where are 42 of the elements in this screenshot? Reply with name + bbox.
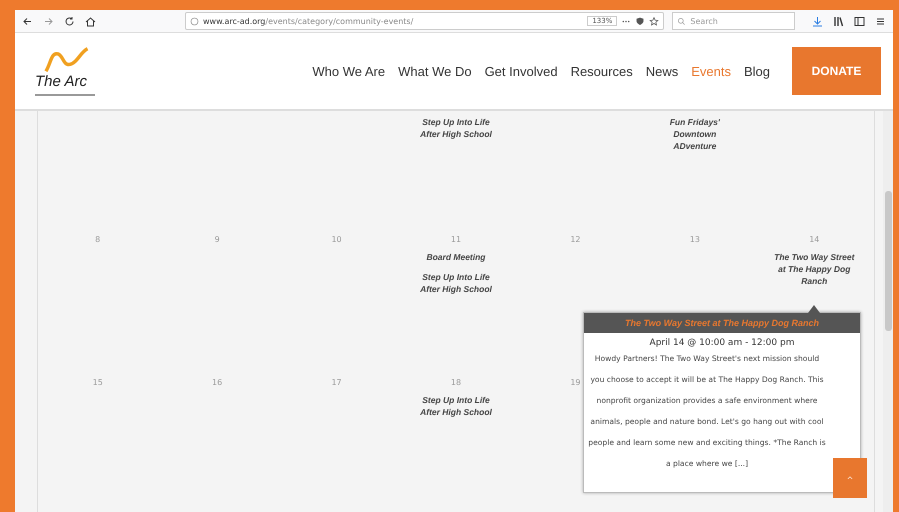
library-icon[interactable]	[832, 14, 845, 28]
event-link[interactable]: Fun Fridays' Downtown ADventure	[652, 117, 738, 153]
date-number: 10	[331, 235, 342, 244]
nav-link[interactable]: What We Do	[398, 64, 472, 78]
home-icon[interactable]	[84, 14, 97, 28]
date-number: 15	[92, 378, 103, 387]
event-link[interactable]: Step Up Into Life After High School	[412, 395, 499, 419]
scrollbar[interactable]	[883, 111, 893, 512]
nav-link[interactable]: Who We Are	[312, 64, 386, 78]
event-link[interactable]: Step Up Into Life After High School	[412, 272, 499, 296]
date-number: 16	[212, 378, 222, 387]
event-link[interactable]: Step Up Into Life After High School	[412, 117, 499, 141]
download-icon[interactable]	[811, 14, 824, 28]
scrollbar-thumb[interactable]	[884, 191, 892, 331]
shield-icon[interactable]	[635, 14, 646, 28]
logo-text: The Arc	[35, 72, 88, 90]
info-icon	[190, 16, 199, 26]
nav-link[interactable]: Blog	[744, 64, 770, 78]
tagline-drawing	[35, 94, 95, 96]
event-link[interactable]: Board Meeting	[412, 252, 499, 264]
popup-time: April 14 @ 10:00 am - 12:00 pm	[648, 338, 796, 348]
pointer-icon	[808, 305, 820, 313]
caret-up-icon	[846, 474, 854, 482]
search-icon	[677, 16, 686, 26]
date-number: 9	[214, 235, 220, 244]
date-number: 11	[450, 235, 462, 244]
nav-link[interactable]: Get Involved	[484, 64, 558, 78]
reload-icon[interactable]	[63, 14, 76, 28]
date-number: 17	[331, 378, 342, 387]
date-number: 14	[809, 235, 820, 244]
date-number: 13	[690, 235, 700, 244]
nav-link[interactable]: Resources	[570, 64, 633, 78]
event-link[interactable]: The Two Way Street at The Happy Dog Ranch	[771, 252, 858, 288]
date-number: 18	[450, 378, 462, 387]
date-number: 12	[570, 235, 581, 244]
url-text: www.arc-ad.org/events/category/community-events/	[203, 16, 414, 26]
date-number: 19	[570, 378, 581, 387]
sidebar-icon[interactable]	[853, 14, 866, 28]
star-icon[interactable]	[649, 14, 660, 28]
date-number: 8	[95, 235, 100, 244]
nav-link[interactable]: News	[646, 64, 678, 78]
search-placeholder: Search	[690, 16, 718, 26]
